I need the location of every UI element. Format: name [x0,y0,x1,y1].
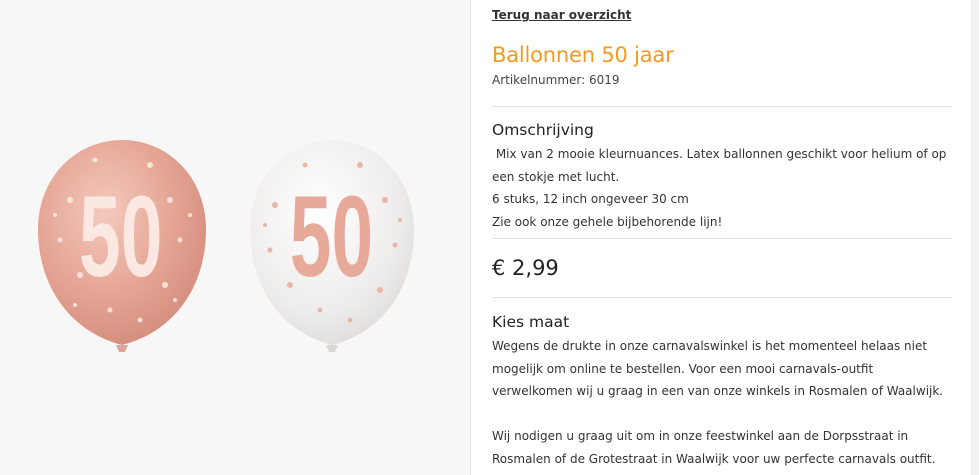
panel-divider [470,0,471,475]
balloon-number: 50 [290,172,373,301]
article-number: Artikelnummer: 6019 [492,73,620,87]
rose-gold-balloon: 50 [38,140,206,352]
size-notice: Wegens de drukte in onze carnavalswinkel… [492,335,952,470]
notice-paragraph: Wegens de drukte in onze carnavalswinkel… [492,339,944,398]
scrollbar[interactable] [971,0,979,475]
divider [492,297,952,298]
divider [492,238,952,239]
balloon-number: 50 [79,172,162,301]
product-image[interactable]: 50 50 [0,0,470,475]
product-title: Ballonnen 50 jaar [492,43,674,67]
description-line: 6 stuks, 12 inch ongeveer 30 cm [492,192,689,206]
balloons-illustration: 50 50 [38,140,414,352]
description-line: Mix van 2 mooie kleurnuances. Latex ball… [492,147,947,161]
description-line: Zie ook onze gehele bijbehorende lijn! [492,214,723,229]
divider [492,106,952,107]
back-to-overview-link[interactable]: Terug naar overzicht [492,8,631,22]
notice-paragraph: Wij nodigen u graag uit om in onze feest… [492,429,936,466]
white-balloon: 50 [250,140,414,352]
description-text: Mix van 2 mooie kleurnuances. Latex ball… [492,143,952,233]
size-heading: Kies maat [492,313,570,331]
description-heading: Omschrijving [492,121,594,139]
price: € 2,99 [492,256,559,280]
description-line: een stokje met lucht. [492,169,620,184]
